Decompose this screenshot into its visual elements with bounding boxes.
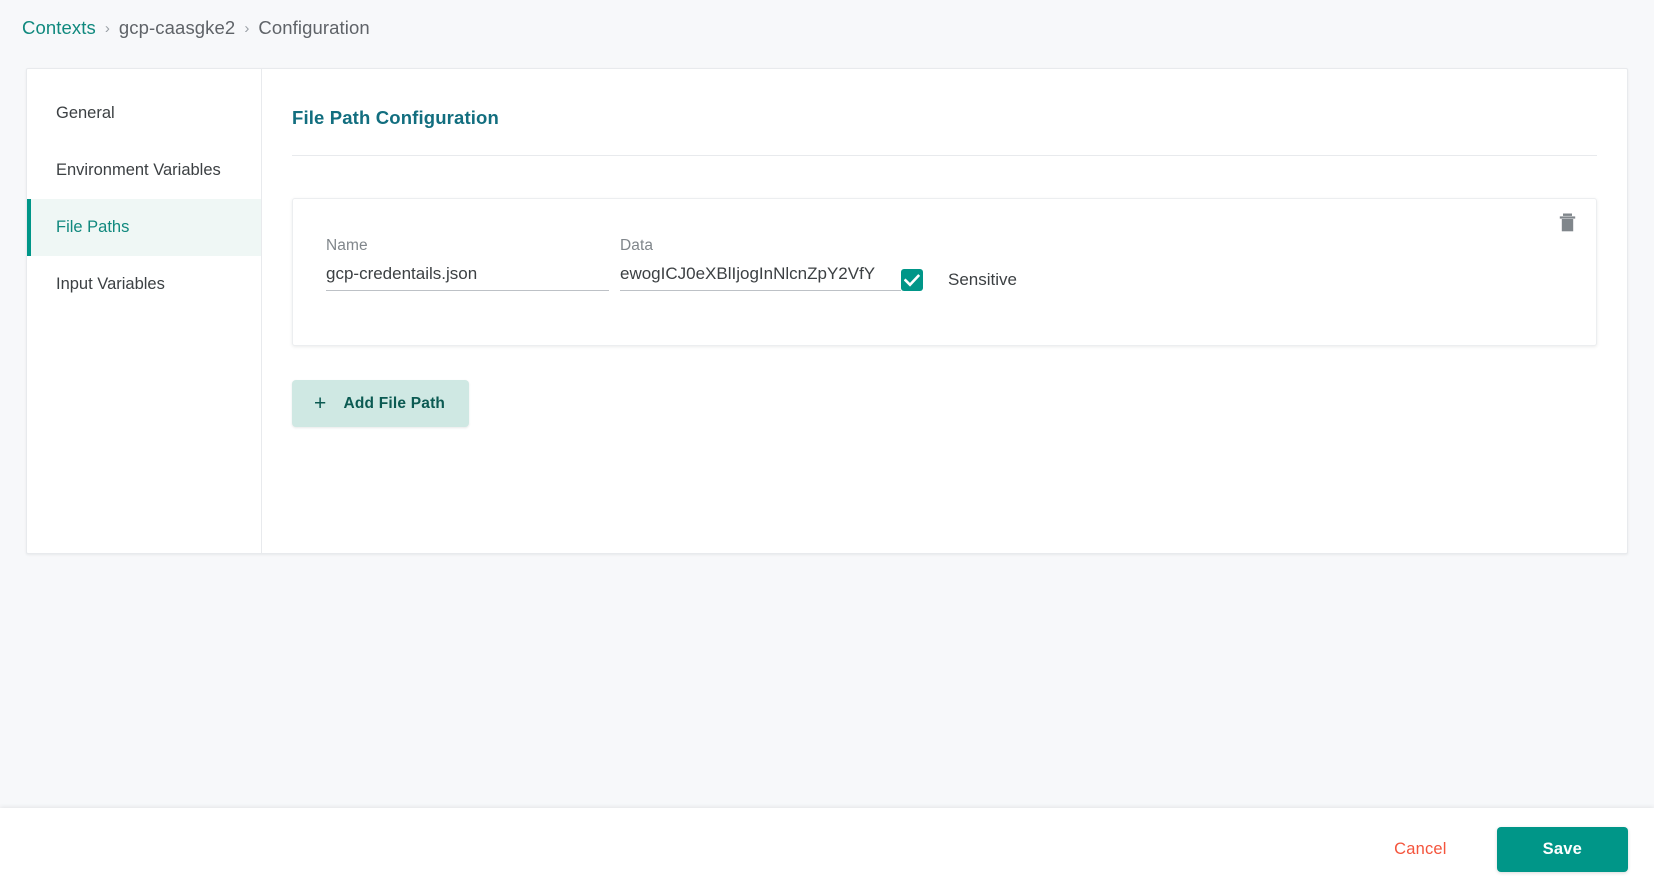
sidebar-item-label: File Paths xyxy=(56,218,130,236)
sidebar-item-general[interactable]: General xyxy=(27,85,261,142)
file-path-data-field: Data xyxy=(620,237,901,291)
name-label: Name xyxy=(326,237,368,254)
sidebar-item-label: General xyxy=(56,104,115,122)
breadcrumb-item-context[interactable]: gcp-caasgke2 xyxy=(119,17,235,39)
breadcrumb: Contexts › gcp-caasgke2 › Configuration xyxy=(22,17,370,39)
sidebar-item-label: Environment Variables xyxy=(56,161,221,179)
sidebar-item-environment-variables[interactable]: Environment Variables xyxy=(27,142,261,199)
cancel-button[interactable]: Cancel xyxy=(1380,830,1461,869)
data-label: Data xyxy=(620,237,654,254)
sidebar-item-file-paths[interactable]: File Paths xyxy=(27,199,261,256)
breadcrumb-item-current: Configuration xyxy=(258,17,370,38)
configuration-panel: General Environment Variables File Paths… xyxy=(26,68,1628,554)
plus-icon: + xyxy=(314,392,327,415)
sidebar-item-label: Input Variables xyxy=(56,275,165,293)
save-button[interactable]: Save xyxy=(1496,827,1628,872)
file-path-card: Name Data Sensitive xyxy=(292,198,1597,346)
action-footer: Cancel Save xyxy=(0,808,1654,891)
sensitive-label[interactable]: Sensitive xyxy=(948,270,1017,290)
breadcrumb-separator-icon: › xyxy=(104,19,110,37)
settings-sidebar: General Environment Variables File Paths… xyxy=(27,69,262,553)
file-path-data-input[interactable] xyxy=(620,264,901,291)
sensitive-checkbox[interactable] xyxy=(901,269,923,291)
page-title: File Path Configuration xyxy=(292,107,499,128)
trash-icon xyxy=(1559,213,1575,231)
title-divider xyxy=(292,155,1597,156)
file-path-name-field: Name xyxy=(326,237,609,291)
add-file-path-label: Add File Path xyxy=(343,394,446,412)
file-path-name-input[interactable] xyxy=(326,264,609,291)
add-file-path-button[interactable]: + Add File Path xyxy=(292,380,470,427)
sidebar-item-input-variables[interactable]: Input Variables xyxy=(27,256,261,313)
file-path-fields: Name Data Sensitive xyxy=(293,199,1596,291)
sensitive-checkbox-group: Sensitive xyxy=(901,237,1017,291)
breadcrumb-link-contexts[interactable]: Contexts xyxy=(22,17,96,39)
check-icon xyxy=(904,273,920,287)
breadcrumb-separator-icon-2: › xyxy=(244,19,250,37)
content-area: File Path Configuration Name Data xyxy=(262,69,1627,553)
delete-file-path-button[interactable] xyxy=(1555,210,1579,234)
